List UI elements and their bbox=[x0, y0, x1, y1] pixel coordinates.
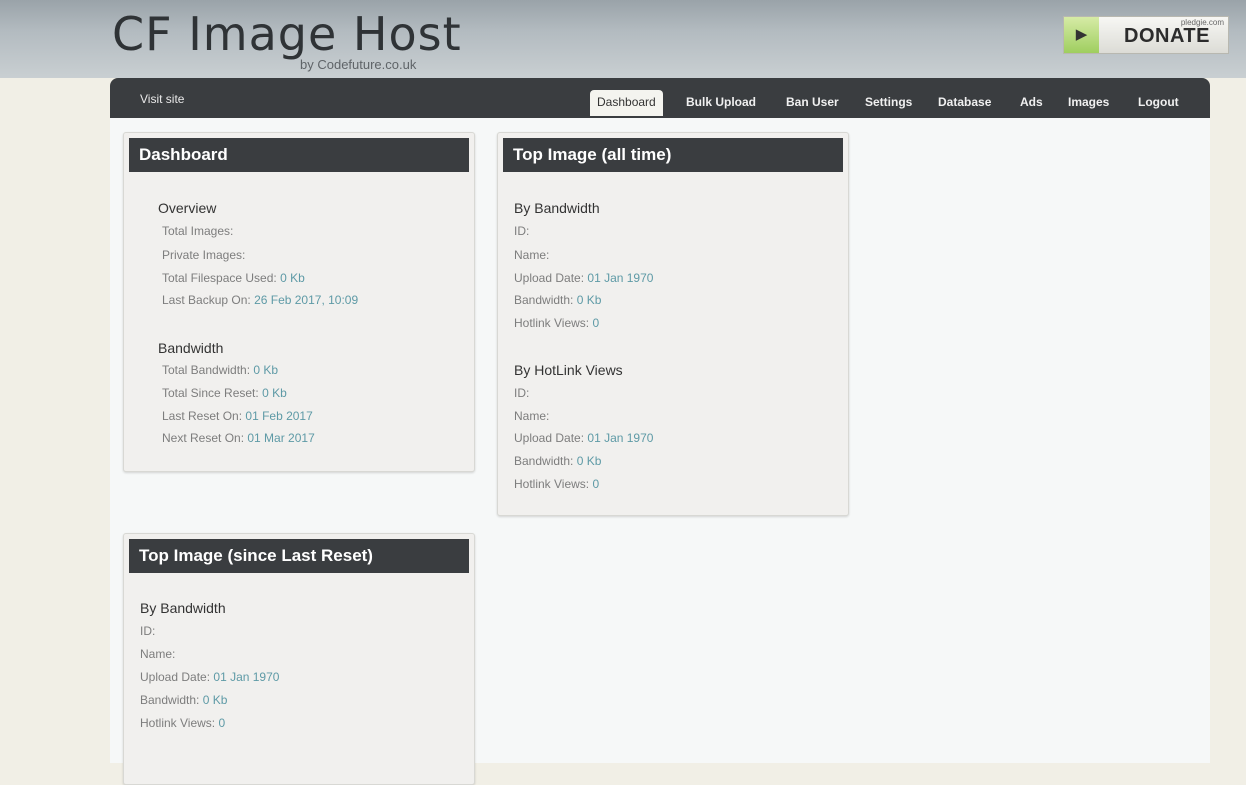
bandwidth-row: Bandwidth: 0 Kb bbox=[514, 454, 601, 468]
hotlink-views-row: Hotlink Views: 0 bbox=[140, 716, 225, 730]
hotlink-views-value: 0 bbox=[218, 716, 226, 730]
hotlink-views-row: Hotlink Views: 0 bbox=[514, 477, 599, 491]
play-icon: ▶ bbox=[1064, 17, 1099, 53]
overview-heading: Overview bbox=[158, 200, 217, 216]
tab-dashboard[interactable]: Dashboard bbox=[590, 90, 663, 116]
tab-ads[interactable]: Ads bbox=[1013, 90, 1050, 116]
hotlink-views-label: Hotlink Views: bbox=[514, 477, 590, 491]
hotlink-views-value: 0 bbox=[592, 477, 600, 491]
since-reset-value: 0 Kb bbox=[262, 386, 287, 400]
upload-date-label: Upload Date: bbox=[140, 670, 211, 684]
next-reset-label: Next Reset On: bbox=[162, 431, 245, 445]
tab-logout[interactable]: Logout bbox=[1131, 90, 1186, 116]
image-id-row: ID: bbox=[514, 386, 529, 400]
main-content: Dashboard Overview Total Images: Private… bbox=[110, 118, 1210, 785]
hotlink-views-value: 0 bbox=[592, 316, 600, 330]
dashboard-panel-title: Dashboard bbox=[129, 138, 469, 172]
total-bandwidth-label: Total Bandwidth: bbox=[162, 363, 251, 377]
bandwidth-label: Bandwidth: bbox=[140, 693, 200, 707]
last-reset-value: 01 Feb 2017 bbox=[245, 409, 313, 423]
bandwidth-label: Bandwidth: bbox=[514, 454, 574, 468]
tab-bulk-upload[interactable]: Bulk Upload bbox=[679, 90, 763, 116]
tab-images[interactable]: Images bbox=[1061, 90, 1116, 116]
image-id-label: ID: bbox=[514, 386, 530, 400]
upload-date-value: 01 Jan 1970 bbox=[213, 670, 280, 684]
bandwidth-value: 0 Kb bbox=[576, 454, 602, 468]
image-name-row: Name: bbox=[514, 409, 549, 423]
last-backup-label: Last Backup On: bbox=[162, 293, 251, 307]
image-name-label: Name: bbox=[514, 409, 550, 423]
upload-date-row: Upload Date: 01 Jan 1970 bbox=[514, 431, 653, 445]
private-images-row: Private Images: bbox=[162, 248, 245, 262]
filespace-row: Total Filespace Used: 0 Kb bbox=[162, 271, 305, 285]
total-bandwidth-value: 0 Kb bbox=[253, 363, 279, 377]
next-reset-value: 01 Mar 2017 bbox=[247, 431, 315, 445]
site-logo-subtitle: by Codefuture.co.uk bbox=[300, 57, 417, 72]
total-images-row: Total Images: bbox=[162, 224, 233, 238]
tab-ban-user[interactable]: Ban User bbox=[779, 90, 846, 116]
admin-navbar: Visit site Dashboard Bulk Upload Ban Use… bbox=[110, 78, 1210, 118]
private-images-label: Private Images: bbox=[162, 248, 246, 262]
upload-date-label: Upload Date: bbox=[514, 431, 585, 445]
last-backup-row: Last Backup On: 26 Feb 2017, 10:09 bbox=[162, 293, 358, 307]
top-image-since-reset-panel: Top Image (since Last Reset) By Bandwidt… bbox=[123, 533, 475, 785]
upload-date-row: Upload Date: 01 Jan 1970 bbox=[514, 271, 653, 285]
image-name-label: Name: bbox=[514, 248, 550, 262]
by-hotlink-views-heading: By HotLink Views bbox=[514, 362, 623, 378]
image-id-label: ID: bbox=[514, 224, 530, 238]
image-id-row: ID: bbox=[514, 224, 529, 238]
last-reset-label: Last Reset On: bbox=[162, 409, 243, 423]
hotlink-views-label: Hotlink Views: bbox=[140, 716, 216, 730]
bandwidth-row: Bandwidth: 0 Kb bbox=[514, 293, 601, 307]
dashboard-panel: Dashboard Overview Total Images: Private… bbox=[123, 132, 475, 472]
last-backup-value: 26 Feb 2017, 10:09 bbox=[254, 293, 359, 307]
hotlink-views-label: Hotlink Views: bbox=[514, 316, 590, 330]
top-image-all-time-title: Top Image (all time) bbox=[503, 138, 843, 172]
upload-date-label: Upload Date: bbox=[514, 271, 585, 285]
tab-database[interactable]: Database bbox=[931, 90, 998, 116]
bandwidth-label: Bandwidth: bbox=[514, 293, 574, 307]
donate-label: DONATE bbox=[1124, 25, 1210, 47]
image-name-row: Name: bbox=[140, 647, 175, 661]
image-id-row: ID: bbox=[140, 624, 155, 638]
by-bandwidth-heading: By Bandwidth bbox=[514, 200, 600, 216]
filespace-value: 0 Kb bbox=[280, 271, 305, 285]
by-bandwidth-heading: By Bandwidth bbox=[140, 600, 226, 616]
since-reset-row: Total Since Reset: 0 Kb bbox=[162, 386, 287, 400]
last-reset-row: Last Reset On: 01 Feb 2017 bbox=[162, 409, 313, 423]
total-images-label: Total Images: bbox=[162, 224, 234, 238]
image-id-label: ID: bbox=[140, 624, 156, 638]
donate-button[interactable]: ▶ pledgie.com DONATE bbox=[1063, 16, 1229, 54]
bandwidth-row: Bandwidth: 0 Kb bbox=[140, 693, 227, 707]
upload-date-row: Upload Date: 01 Jan 1970 bbox=[140, 670, 279, 684]
since-reset-label: Total Since Reset: bbox=[162, 386, 259, 400]
image-name-row: Name: bbox=[514, 248, 549, 262]
bandwidth-value: 0 Kb bbox=[576, 293, 602, 307]
filespace-label: Total Filespace Used: bbox=[162, 271, 277, 285]
visit-site-link[interactable]: Visit site bbox=[140, 92, 184, 106]
site-header: CF Image Host by Codefuture.co.uk ▶ pled… bbox=[0, 0, 1246, 78]
next-reset-row: Next Reset On: 01 Mar 2017 bbox=[162, 431, 315, 445]
upload-date-value: 01 Jan 1970 bbox=[587, 431, 654, 445]
top-image-all-time-panel: Top Image (all time) By Bandwidth ID: Na… bbox=[497, 132, 849, 516]
bandwidth-value: 0 Kb bbox=[202, 693, 228, 707]
upload-date-value: 01 Jan 1970 bbox=[587, 271, 654, 285]
total-bandwidth-row: Total Bandwidth: 0 Kb bbox=[162, 363, 278, 377]
bandwidth-heading: Bandwidth bbox=[158, 340, 224, 356]
top-image-since-reset-title: Top Image (since Last Reset) bbox=[129, 539, 469, 573]
hotlink-views-row: Hotlink Views: 0 bbox=[514, 316, 599, 330]
site-logo-title[interactable]: CF Image Host bbox=[112, 8, 462, 60]
image-name-label: Name: bbox=[140, 647, 176, 661]
tab-settings[interactable]: Settings bbox=[858, 90, 919, 116]
